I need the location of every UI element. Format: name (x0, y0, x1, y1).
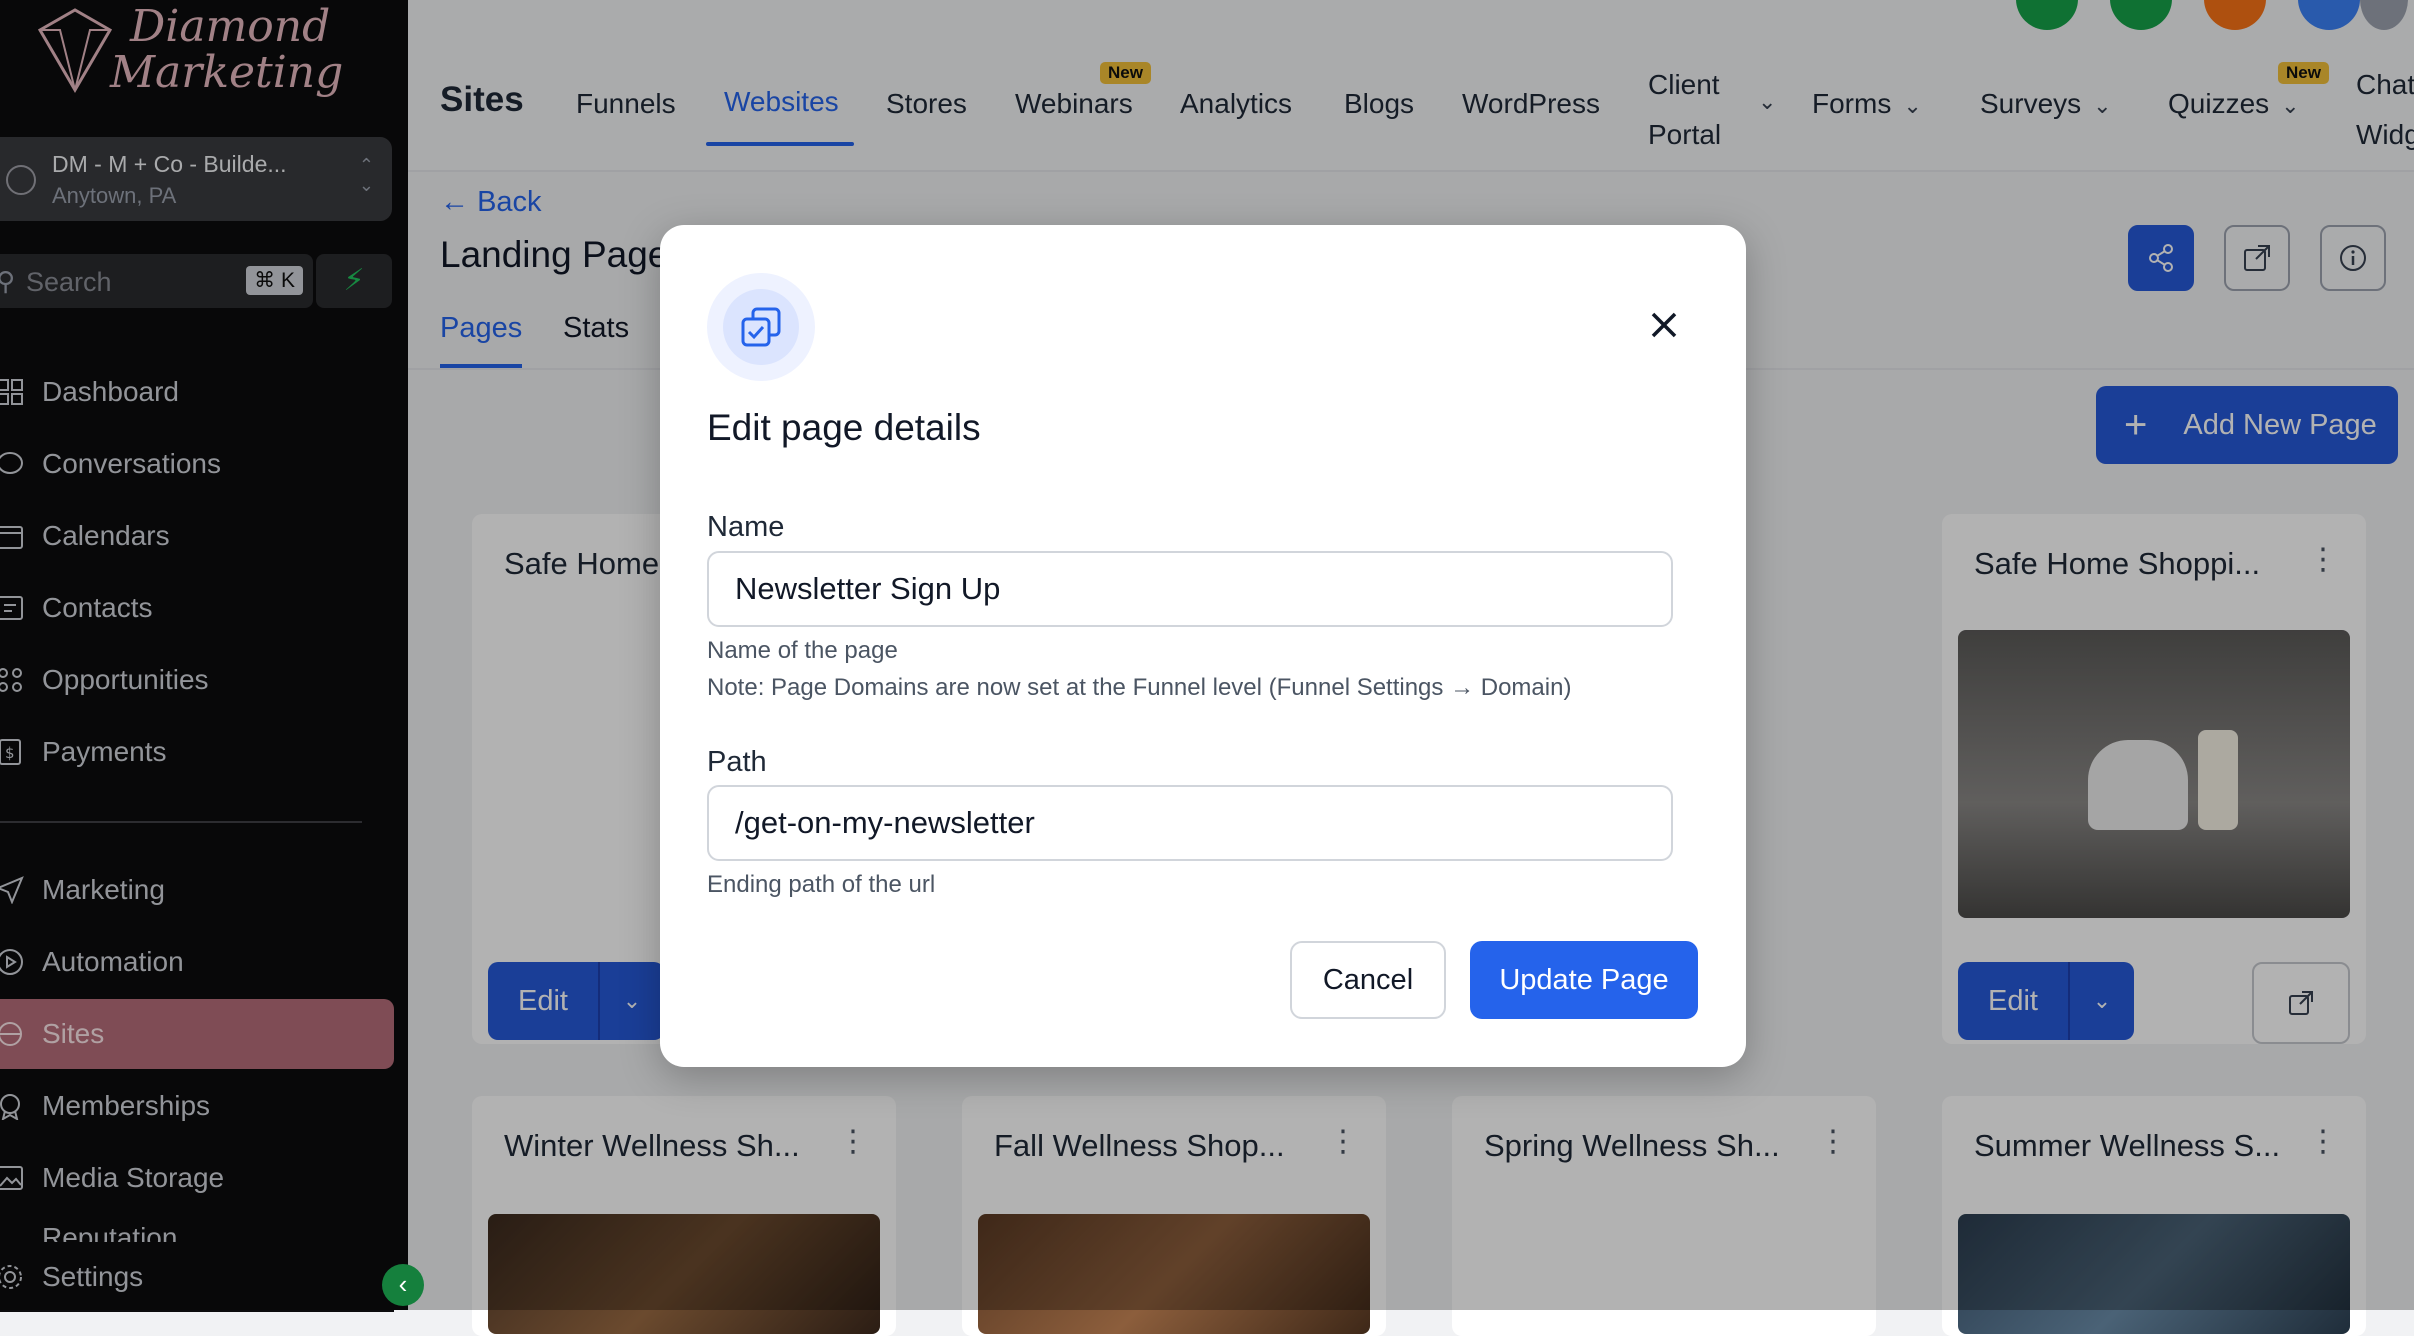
name-label: Name (707, 511, 785, 543)
domain-note: Note: Page Domains are now set at the Fu… (707, 674, 1572, 701)
page-path-input[interactable] (707, 785, 1673, 861)
close-modal-button[interactable] (1640, 301, 1688, 349)
path-label: Path (707, 746, 767, 778)
path-help-text: Ending path of the url (707, 871, 936, 898)
collapse-sidebar-chevron-left-icon[interactable]: ‹ (382, 1264, 424, 1306)
name-help-text: Name of the page (707, 637, 898, 664)
edit-page-modal: Edit page details Name Name of the page … (660, 225, 1746, 1067)
modal-icon-wrapper (707, 273, 815, 381)
modal-title: Edit page details (707, 407, 981, 448)
close-icon (1651, 312, 1677, 338)
copy-check-icon (741, 307, 781, 347)
modal-icon-inner (723, 289, 799, 365)
update-page-button[interactable]: Update Page (1470, 941, 1698, 1019)
cancel-button[interactable]: Cancel (1290, 941, 1446, 1019)
page-name-input[interactable] (707, 551, 1673, 627)
